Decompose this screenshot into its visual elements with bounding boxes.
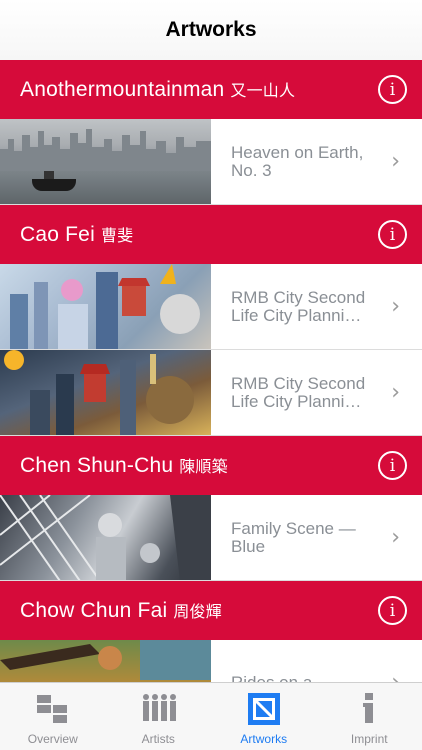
artwork-thumbnail [0,119,211,204]
info-icon: i [389,600,396,621]
artwork-title: Rides on a [231,674,381,683]
info-button[interactable]: i [378,220,407,249]
tab-label: Artworks [240,732,288,746]
tab-label: Imprint [350,732,388,746]
artwork-row[interactable]: Heaven on Earth, No. 3 › [0,119,422,205]
family-photo-image [0,495,211,580]
navigation-bar: Artworks [0,0,422,60]
city-night-image [4,350,194,435]
artwork-title: Heaven on Earth, No. 3 [231,143,364,180]
info-icon: i [389,224,396,245]
section-header-anothermountainman: Anothermountainman 又一山人 i [0,60,422,119]
artwork-row[interactable]: Rides on a › [0,640,422,682]
artwork-thumbnail [0,640,211,682]
artworks-icon [247,693,280,725]
artist-name-cjk: 陳順築 [179,457,228,476]
city-collage-image [10,264,200,349]
artist-name: Anothermountainman 又一山人 [20,77,295,102]
painting-image [0,640,211,680]
skyline-image [0,129,211,171]
tab-overview[interactable]: Overview [0,683,106,750]
section-header-cao-fei: Cao Fei 曹斐 i [0,205,422,264]
section-header-chen-shun-chu: Chen Shun-Chu 陳順築 i [0,436,422,495]
boat-image [32,179,76,191]
imprint-icon [363,693,374,723]
chevron-right-icon: › [391,670,400,682]
artwork-thumbnail [0,350,211,435]
artist-name: Cao Fei 曹斐 [20,222,133,247]
artwork-row[interactable]: RMB City Second Life City Planni… › [0,264,422,350]
overview-icon [36,695,67,723]
artwork-thumbnail [0,495,211,580]
water-image [0,171,211,204]
tab-artists[interactable]: Artists [106,683,212,750]
chevron-right-icon: › [391,525,400,550]
artist-name-cjk: 周俊輝 [173,602,222,621]
artist-name: Chow Chun Fai 周俊輝 [20,598,222,623]
artist-name-latin: Anothermountainman [20,78,225,101]
artist-name-cjk: 又一山人 [230,81,296,100]
section-header-chow-chun-fai: Chow Chun Fai 周俊輝 i [0,581,422,640]
info-icon: i [389,455,396,476]
artist-name-latin: Cao Fei [20,223,95,246]
artwork-row[interactable]: Family Scene — Blue › [0,495,422,581]
info-button[interactable]: i [378,596,407,625]
tab-label: Artists [141,732,175,746]
artists-icon [143,694,177,721]
tab-label: Overview [27,732,78,746]
artwork-thumbnail [0,264,211,349]
info-icon: i [389,79,396,100]
tab-imprint[interactable]: Imprint [317,683,422,750]
tab-artworks[interactable]: Artworks [211,683,317,750]
artist-name-cjk: 曹斐 [100,226,134,245]
artworks-list[interactable]: Anothermountainman 又一山人 i Heaven on Earth… [0,60,422,682]
artwork-title: Family Scene — Blue [231,519,356,556]
artist-name-latin: Chow Chun Fai [20,599,168,622]
info-button[interactable]: i [378,451,407,480]
chevron-right-icon: › [391,380,400,405]
chevron-right-icon: › [391,294,400,319]
page-title: Artworks [165,18,257,41]
artist-name-latin: Chen Shun-Chu [20,454,174,477]
artist-name: Chen Shun-Chu 陳順築 [20,453,228,478]
artwork-row[interactable]: RMB City Second Life City Planni… › [0,350,422,436]
info-button[interactable]: i [378,75,407,104]
artwork-title: RMB City Second Life City Planni… [231,374,366,411]
chevron-right-icon: › [391,149,400,174]
tab-bar: Overview Artists Artworks Imprint [0,682,422,750]
artwork-title: RMB City Second Life City Planni… [231,288,366,325]
